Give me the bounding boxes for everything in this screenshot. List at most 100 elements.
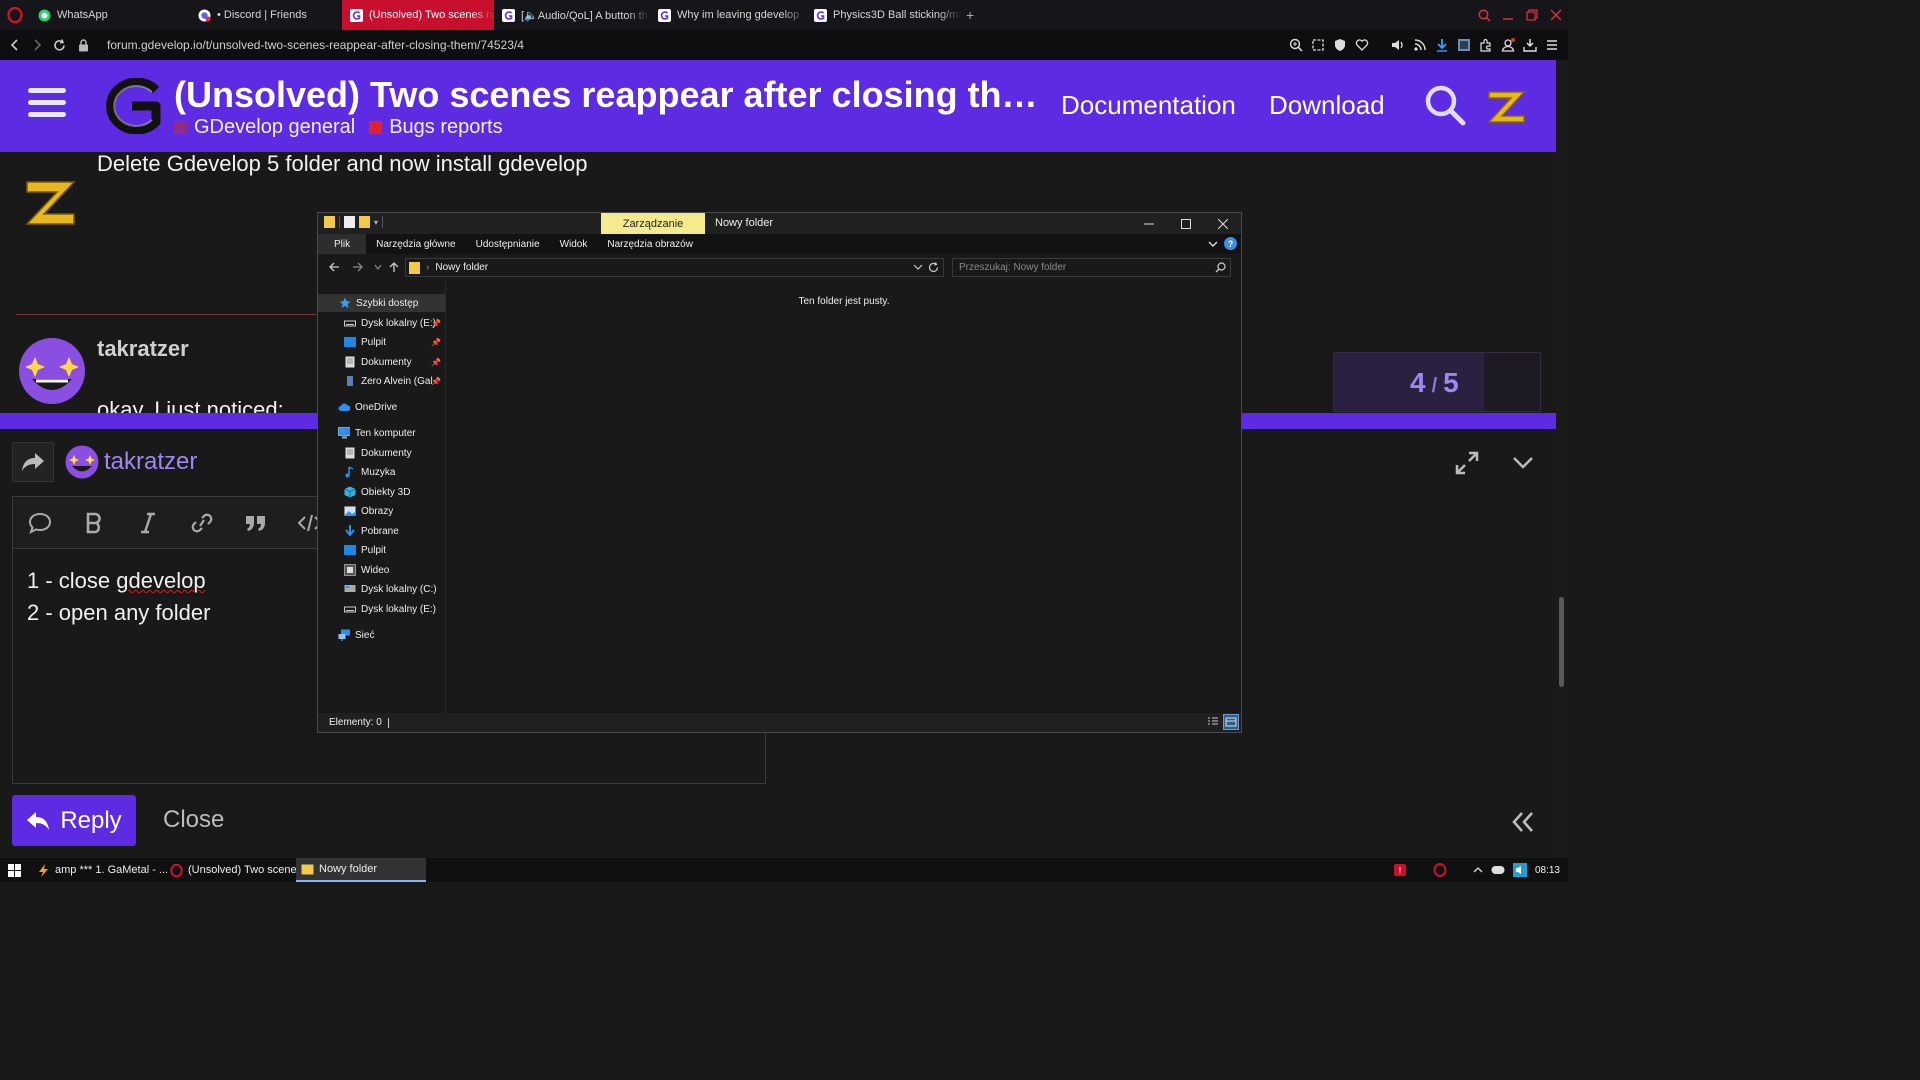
back-icon[interactable] bbox=[325, 258, 343, 276]
reply-to-username[interactable]: takratzer bbox=[104, 448, 197, 476]
speaker-icon[interactable] bbox=[1390, 37, 1406, 53]
tab-whatsapp[interactable]: WhatsApp bbox=[30, 0, 190, 30]
nav-quick-zero-alvein[interactable]: Zero Alvein (Gala 📌 bbox=[344, 372, 445, 390]
windows-start-icon[interactable] bbox=[0, 858, 28, 882]
italic-icon[interactable] bbox=[121, 497, 175, 549]
page-scrollbar[interactable] bbox=[1556, 60, 1568, 858]
lock-icon[interactable] bbox=[78, 38, 89, 52]
topic-title[interactable]: (Unsolved) Two scenes reappear after clo… bbox=[174, 74, 1038, 116]
reload-icon[interactable] bbox=[48, 30, 70, 60]
downloads-icon[interactable] bbox=[1522, 37, 1538, 53]
user-avatar-icon[interactable] bbox=[1486, 86, 1528, 126]
opera-logo-icon[interactable] bbox=[0, 0, 30, 30]
chevron-up-icon[interactable] bbox=[1473, 865, 1483, 875]
maximize-icon[interactable] bbox=[1167, 213, 1204, 234]
taskbar-item-winamp[interactable]: amp *** 1. GaMetal - ... bbox=[32, 858, 168, 882]
chevron-down-icon[interactable] bbox=[1208, 239, 1218, 249]
nav-network[interactable]: Sieć bbox=[338, 626, 445, 644]
heart-icon[interactable] bbox=[1354, 37, 1370, 53]
topic-progress[interactable]: 4/5 bbox=[1333, 352, 1541, 412]
nav-pc-pictures[interactable]: Obrazy bbox=[344, 502, 445, 520]
gamepad-icon[interactable] bbox=[1491, 865, 1505, 875]
gdevelop-logo-icon[interactable] bbox=[98, 78, 164, 134]
taskbar-item-browser[interactable]: (Unsolved) Two scene... bbox=[165, 858, 306, 882]
details-view-icon[interactable] bbox=[1205, 714, 1221, 730]
help-icon[interactable]: ? bbox=[1224, 237, 1237, 250]
forward-icon[interactable] bbox=[349, 258, 367, 276]
post-username[interactable]: takratzer bbox=[97, 336, 189, 362]
menu-icon[interactable] bbox=[1544, 37, 1560, 53]
reply-button[interactable]: Reply bbox=[12, 795, 136, 846]
nav-onedrive[interactable]: OneDrive bbox=[338, 398, 445, 416]
download-arrow-icon[interactable] bbox=[1434, 37, 1450, 53]
ribbon-tab-picture-tools[interactable]: Narzędzia obrazów bbox=[597, 234, 703, 254]
new-folder-icon[interactable] bbox=[359, 216, 370, 228]
tab-audio-qol[interactable]: [🔈Audio/QoL] A button th bbox=[494, 0, 650, 30]
misspelled-word[interactable]: gdevelop bbox=[116, 568, 205, 593]
nav-pc-downloads[interactable]: Pobrane bbox=[344, 522, 445, 540]
chevron-down-icon[interactable] bbox=[913, 262, 923, 272]
feed-icon[interactable] bbox=[1412, 37, 1428, 53]
category-bugs-reports[interactable]: Bugs reports bbox=[369, 116, 503, 139]
tab-unsolved-two-scenes[interactable]: (Unsolved) Two scenes re bbox=[342, 0, 494, 30]
folder-contents[interactable]: Ten folder jest pusty. bbox=[447, 280, 1241, 713]
quote-icon[interactable] bbox=[229, 497, 283, 549]
shield-icon[interactable] bbox=[1332, 37, 1348, 53]
nav-this-pc[interactable]: Ten komputer bbox=[338, 424, 445, 442]
ribbon-tab-home[interactable]: Narzędzia główne bbox=[366, 234, 466, 254]
nav-pc-drive-e[interactable]: Dysk lokalny (E:) bbox=[344, 600, 445, 618]
explorer-titlebar[interactable]: ▾ Zarządzanie Nowy folder bbox=[318, 213, 1241, 234]
reply-target-icon[interactable] bbox=[12, 442, 54, 482]
dropdown-icon[interactable]: ▾ bbox=[374, 218, 378, 227]
avatar[interactable] bbox=[24, 178, 78, 228]
search-icon[interactable] bbox=[1424, 84, 1466, 126]
ribbon-tab-view[interactable]: Widok bbox=[550, 234, 598, 254]
nav-quick-documents[interactable]: Dokumenty 📌 bbox=[344, 353, 445, 371]
bold-icon[interactable] bbox=[67, 497, 121, 549]
tab-discord[interactable]: • Discord | Friends bbox=[190, 0, 342, 30]
ribbon-tab-share[interactable]: Udostępnianie bbox=[466, 234, 550, 254]
nav-pc-3d-objects[interactable]: Obiekty 3D bbox=[344, 483, 445, 501]
tab-why-leaving[interactable]: Why im leaving gdevelop bbox=[650, 0, 806, 30]
up-icon[interactable] bbox=[385, 258, 403, 276]
snapshot-icon[interactable] bbox=[1310, 37, 1326, 53]
taskbar-item-explorer[interactable]: Nowy folder bbox=[296, 858, 426, 882]
double-chevron-left-icon[interactable] bbox=[1508, 808, 1536, 836]
tab-physics3d[interactable]: Physics3D Ball sticking/ma bbox=[806, 0, 962, 30]
minimize-icon[interactable] bbox=[1130, 213, 1167, 234]
tab-manage[interactable]: Zarządzanie bbox=[601, 213, 705, 234]
avatar[interactable] bbox=[18, 337, 86, 405]
breadcrumb[interactable]: Nowy folder bbox=[435, 262, 488, 273]
refresh-icon[interactable] bbox=[928, 262, 939, 273]
clock[interactable]: 08:13 bbox=[1535, 865, 1560, 876]
link-icon[interactable] bbox=[175, 497, 229, 549]
nav-quick-access[interactable]: Szybki dostęp bbox=[318, 294, 445, 312]
speech-bubble-icon[interactable] bbox=[13, 497, 67, 549]
documentation-link[interactable]: Documentation bbox=[1061, 90, 1236, 121]
nav-pc-desktop[interactable]: Pulpit bbox=[344, 541, 445, 559]
nav-quick-drive-e[interactable]: Dysk lokalny (E:) 📌 bbox=[344, 314, 445, 332]
profile-icon[interactable] bbox=[1500, 37, 1516, 53]
extensions-icon[interactable] bbox=[1478, 37, 1494, 53]
nav-pc-music[interactable]: Muzyka bbox=[344, 463, 445, 481]
nav-pc-video[interactable]: Wideo bbox=[344, 561, 445, 579]
restore-icon[interactable] bbox=[1520, 0, 1544, 30]
chevron-down-icon[interactable] bbox=[1510, 450, 1536, 476]
explorer-address-field[interactable]: › Nowy folder bbox=[405, 258, 944, 277]
search-tabs-icon[interactable] bbox=[1472, 0, 1496, 30]
forward-icon[interactable] bbox=[26, 30, 48, 60]
close-window-icon[interactable] bbox=[1544, 0, 1568, 30]
explorer-search-input[interactable]: Przeszukaj: Nowy folder bbox=[952, 258, 1231, 277]
back-icon[interactable] bbox=[4, 30, 26, 60]
file-explorer-window[interactable]: ▾ Zarządzanie Nowy folder Plik Narzędzia… bbox=[317, 212, 1242, 733]
close-composer-link[interactable]: Close bbox=[163, 806, 224, 834]
ribbon-tab-file[interactable]: Plik bbox=[318, 234, 367, 254]
opera-gx-tray-icon[interactable] bbox=[1433, 863, 1447, 877]
volume-icon[interactable] bbox=[1512, 863, 1527, 877]
minimize-icon[interactable] bbox=[1496, 0, 1520, 30]
nav-pc-documents[interactable]: Dokumenty bbox=[344, 444, 445, 462]
hamburger-menu-icon[interactable] bbox=[28, 88, 66, 120]
new-tab-button[interactable]: + bbox=[962, 0, 984, 30]
screenshot-icon[interactable] bbox=[1456, 37, 1472, 53]
search-icon[interactable] bbox=[1215, 262, 1226, 273]
